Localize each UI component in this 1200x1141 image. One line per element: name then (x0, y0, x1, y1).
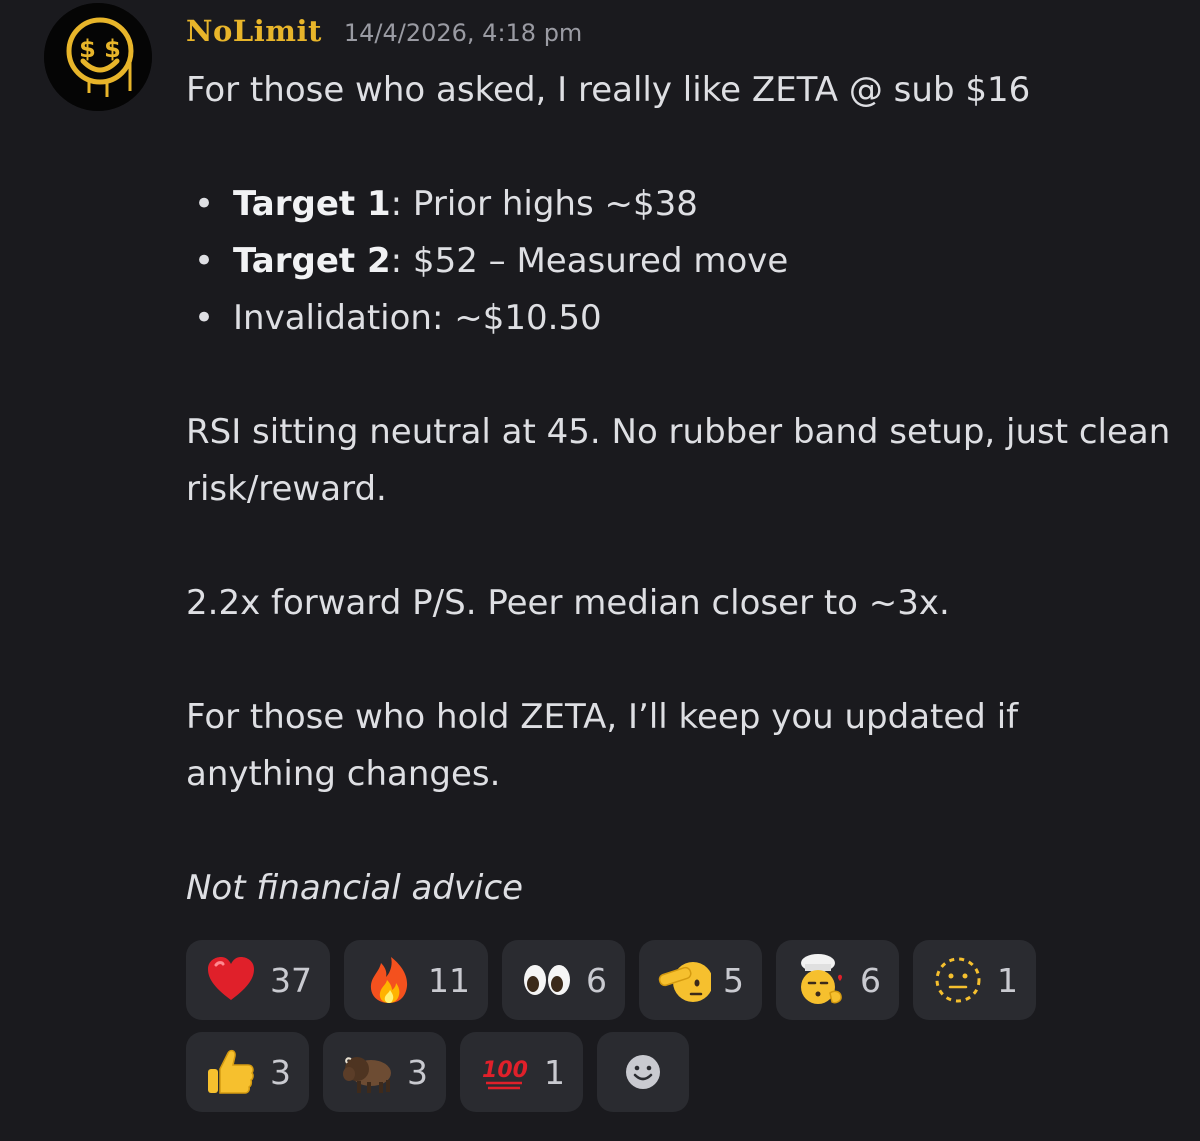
reaction-count: 11 (428, 960, 470, 1000)
bullet-bold: Target 1 (233, 184, 391, 224)
timestamp: 14/4/2026, 4:18 pm (343, 19, 583, 47)
reaction-count: 37 (270, 960, 312, 1000)
reaction-dotted-face[interactable]: 1 (913, 940, 1036, 1020)
reaction-count: 1 (544, 1052, 565, 1092)
reaction-count: 3 (407, 1052, 428, 1092)
valuation-paragraph: 2.2x forward P/S. Peer median closer to … (186, 583, 950, 623)
reaction-chef-kiss[interactable]: 6 (776, 940, 899, 1020)
bullet-text: : Prior highs ~$38 (390, 184, 698, 224)
thumbs-up-icon (204, 1045, 258, 1099)
bullet-text: : $52 – Measured move (390, 241, 789, 281)
bullet-bold: Target 2 (233, 241, 391, 281)
avatar-glyph: $ $ (79, 35, 121, 63)
reaction-bar: 37 11 6 5 6 1 3 3 100 1 (186, 940, 1186, 1124)
reaction-count: 5 (723, 960, 744, 1000)
rsi-paragraph: RSI sitting neutral at 45. No rubber ban… (186, 412, 1171, 509)
reaction-eyes[interactable]: 6 (502, 940, 625, 1020)
bison-icon (341, 1045, 395, 1099)
reaction-heart[interactable]: 37 (186, 940, 330, 1020)
reaction-bison[interactable]: 3 (323, 1032, 446, 1112)
add-reaction-button[interactable] (597, 1032, 689, 1112)
message-content: For those who asked, I really like ZETA … (186, 62, 1176, 917)
add-reaction-smiley-icon (616, 1045, 670, 1099)
reaction-count: 6 (860, 960, 881, 1000)
reaction-count: 6 (586, 960, 607, 1000)
list-item: • Target 1: Prior highs ~$38 (194, 184, 698, 224)
heart-icon (204, 953, 258, 1007)
target-list: • Target 1: Prior highs ~$38 • Target 2: $… (186, 176, 1176, 347)
bullet-text: Invalidation: ~$10.50 (233, 298, 602, 338)
svg-text:100: 100 (482, 1058, 528, 1083)
username[interactable]: NoLimit (186, 14, 322, 48)
reaction-count: 1 (997, 960, 1018, 1000)
eyes-icon (520, 953, 574, 1007)
list-item: • Invalidation: ~$10.50 (194, 298, 602, 338)
list-item: • Target 2: $52 – Measured move (194, 241, 789, 281)
update-paragraph: For those who hold ZETA, I’ll keep you u… (186, 697, 1019, 794)
avatar[interactable]: $ $ (44, 3, 152, 111)
chat-message: $ $ NoLimit 14/4/2026, 4:18 pm For those… (0, 0, 1200, 1141)
reaction-fire[interactable]: 11 (344, 940, 488, 1020)
fire-icon (362, 953, 416, 1007)
reaction-hundred[interactable]: 100 1 (460, 1032, 583, 1112)
hundred-points-icon: 100 (478, 1045, 532, 1099)
message-intro: For those who asked, I really like ZETA … (186, 70, 1031, 110)
dotted-face-icon (931, 953, 985, 1007)
disclaimer: Not financial advice (186, 868, 524, 908)
message-header: NoLimit 14/4/2026, 4:18 pm (186, 14, 582, 58)
money-smiley-icon: $ $ (44, 3, 152, 111)
chef-kiss-icon (794, 953, 848, 1007)
reaction-thumbs-up[interactable]: 3 (186, 1032, 309, 1112)
saluting-face-icon (657, 953, 711, 1007)
reaction-salute[interactable]: 5 (639, 940, 762, 1020)
reaction-count: 3 (270, 1052, 291, 1092)
